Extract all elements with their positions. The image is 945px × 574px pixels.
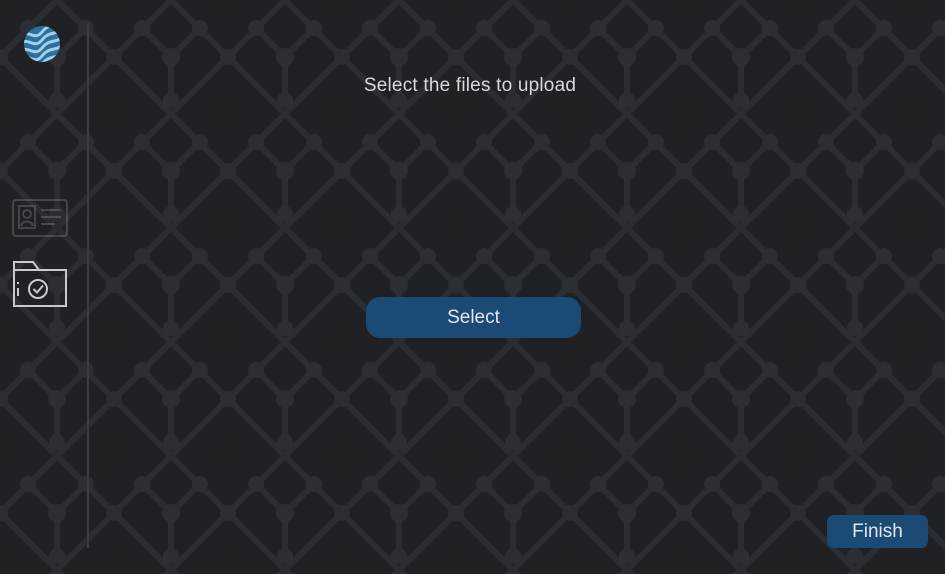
finish-button[interactable]: Finish (827, 515, 928, 548)
main-content: Select the files to upload Select Finish (90, 0, 945, 574)
id-card-icon[interactable] (10, 193, 70, 243)
folder-check-icon[interactable] (10, 258, 70, 308)
sidebar-divider (87, 24, 89, 548)
sidebar (0, 0, 90, 574)
select-files-button[interactable]: Select (366, 297, 581, 338)
page-title: Select the files to upload (363, 75, 577, 96)
wave-logo-icon (22, 24, 62, 64)
